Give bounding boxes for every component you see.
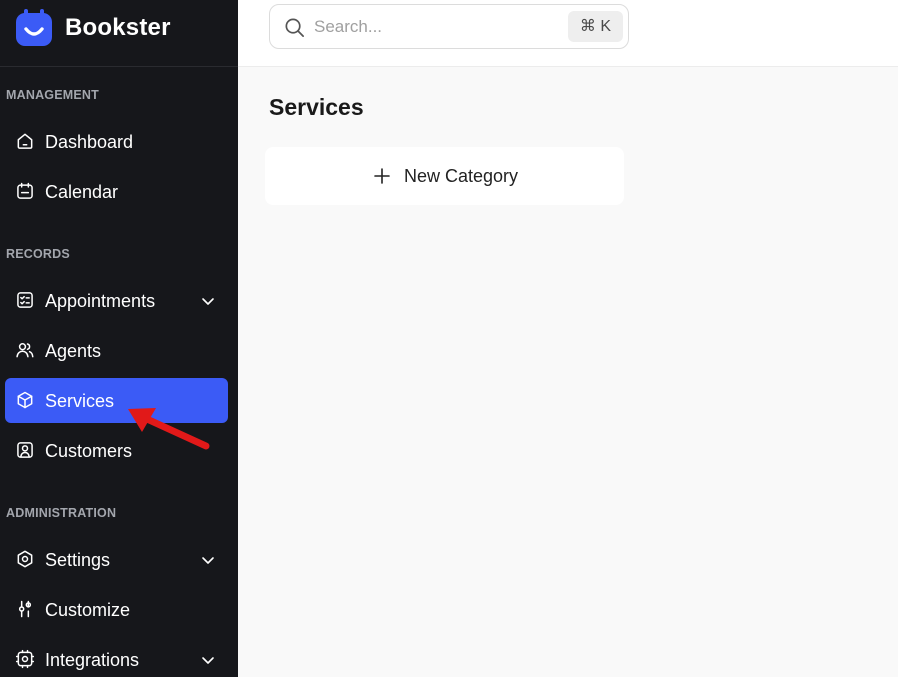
chevron-down-icon[interactable] [200,552,216,568]
new-category-button[interactable]: New Category [265,147,624,205]
checklist-icon [17,292,33,308]
bookster-logo-icon [16,9,52,46]
brand: Bookster [0,0,238,67]
search-shortcut-badge: ⌘ K [567,11,623,42]
home-icon [17,133,33,149]
cube-icon [17,391,33,409]
sidebar: Bookster MANAGEMENT Dashboard Calendar R… [0,0,238,677]
sidebar-item-settings[interactable]: Settings [5,537,228,582]
section-title-management: MANAGEMENT [6,88,99,102]
gear-icon [15,649,35,669]
sidebar-item-integrations[interactable]: Integrations [5,637,228,677]
sidebar-item-label: Services [45,391,115,411]
sidebar-item-label: Appointments [45,291,156,311]
calendar-icon [17,182,33,199]
sidebar-item-label: Agents [45,341,102,361]
section-title-records: RECORDS [6,247,70,261]
main-content: Services New Category [238,67,898,677]
users-icon [16,343,34,358]
chevron-down-icon[interactable] [200,652,216,668]
contact-icon [17,442,33,458]
brand-name: Bookster [65,14,171,41]
sidebar-item-customize[interactable]: Customize [5,587,228,632]
search-box[interactable]: ⌘ K [269,4,629,49]
sidebar-item-appointments[interactable]: Appointments [5,278,228,323]
plus-icon [374,168,390,184]
section-title-administration: ADMINISTRATION [6,506,117,520]
topbar: ⌘ K [238,0,898,67]
sliders-icon [18,600,32,618]
page-title: Services [269,94,364,120]
annotation-arrow-icon [128,408,210,450]
sidebar-item-label: Settings [45,550,111,570]
sidebar-item-calendar[interactable]: Calendar [5,169,228,214]
new-category-label: New Category [404,166,519,186]
hexagon-settings-icon [17,550,33,568]
search-icon [285,18,304,37]
sidebar-item-label: Dashboard [45,132,134,152]
chevron-down-icon[interactable] [200,293,216,309]
sidebar-item-label: Customize [45,600,131,620]
sidebar-item-label: Calendar [45,182,119,202]
sidebar-item-label: Integrations [45,650,140,670]
search-input[interactable] [314,15,559,39]
sidebar-item-dashboard[interactable]: Dashboard [5,119,228,164]
sidebar-item-agents[interactable]: Agents [5,328,228,373]
